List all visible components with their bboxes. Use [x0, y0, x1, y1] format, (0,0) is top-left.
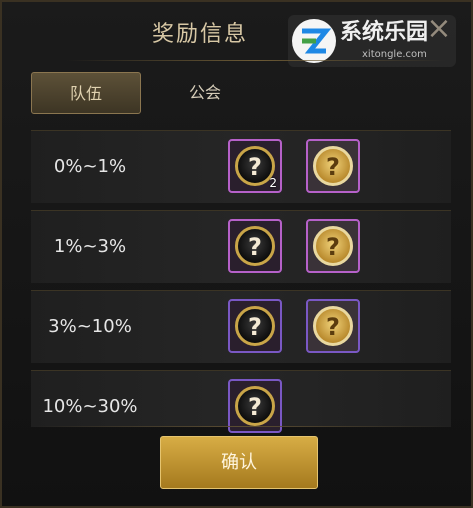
confirm-button[interactable]: 确认	[160, 436, 318, 489]
mystery-reward-icon: ?	[235, 386, 275, 426]
rank-range-label: 1%~3%	[53, 236, 127, 257]
reward-row-10-30: 10%~30% ?	[31, 370, 451, 433]
reward-slot[interactable]: ?	[306, 299, 360, 353]
reward-row-0-1: 0%~1% ? 2 ?	[31, 130, 451, 203]
reward-slot[interactable]: ?	[228, 219, 282, 273]
rank-range-label: 10%~30%	[42, 396, 138, 417]
watermark-name: 系统乐园	[340, 20, 429, 45]
reward-row-3-10: 3%~10% ? ?	[31, 290, 451, 363]
reward-slot[interactable]: ?	[306, 219, 360, 273]
reward-slot[interactable]: ?	[228, 299, 282, 353]
reward-slot[interactable]: ? 2	[228, 139, 282, 193]
tab-guild[interactable]: 公会	[150, 72, 260, 114]
item-count: 2	[269, 176, 277, 190]
mystery-gold-reward-icon: ?	[313, 306, 353, 346]
reward-slot[interactable]: ?	[306, 139, 360, 193]
reward-slot[interactable]: ?	[228, 379, 282, 433]
rank-range-label: 0%~1%	[53, 156, 127, 177]
title-divider	[66, 60, 446, 61]
reward-row-1-3: 1%~3% ? ?	[31, 210, 451, 283]
mystery-reward-icon: ?	[235, 306, 275, 346]
mystery-reward-icon: ?	[235, 226, 275, 266]
mystery-gold-reward-icon: ?	[313, 226, 353, 266]
rank-range-label: 3%~10%	[48, 316, 132, 337]
tab-team[interactable]: 队伍	[31, 72, 141, 114]
mystery-gold-reward-icon: ?	[313, 146, 353, 186]
list-bottom-divider	[32, 426, 452, 427]
watermark-logo-icon	[292, 19, 336, 63]
reward-info-dialog: 奖励信息 × 系统乐园 xitongle.com 队伍 公会 0%~1% ? 2…	[0, 0, 473, 508]
